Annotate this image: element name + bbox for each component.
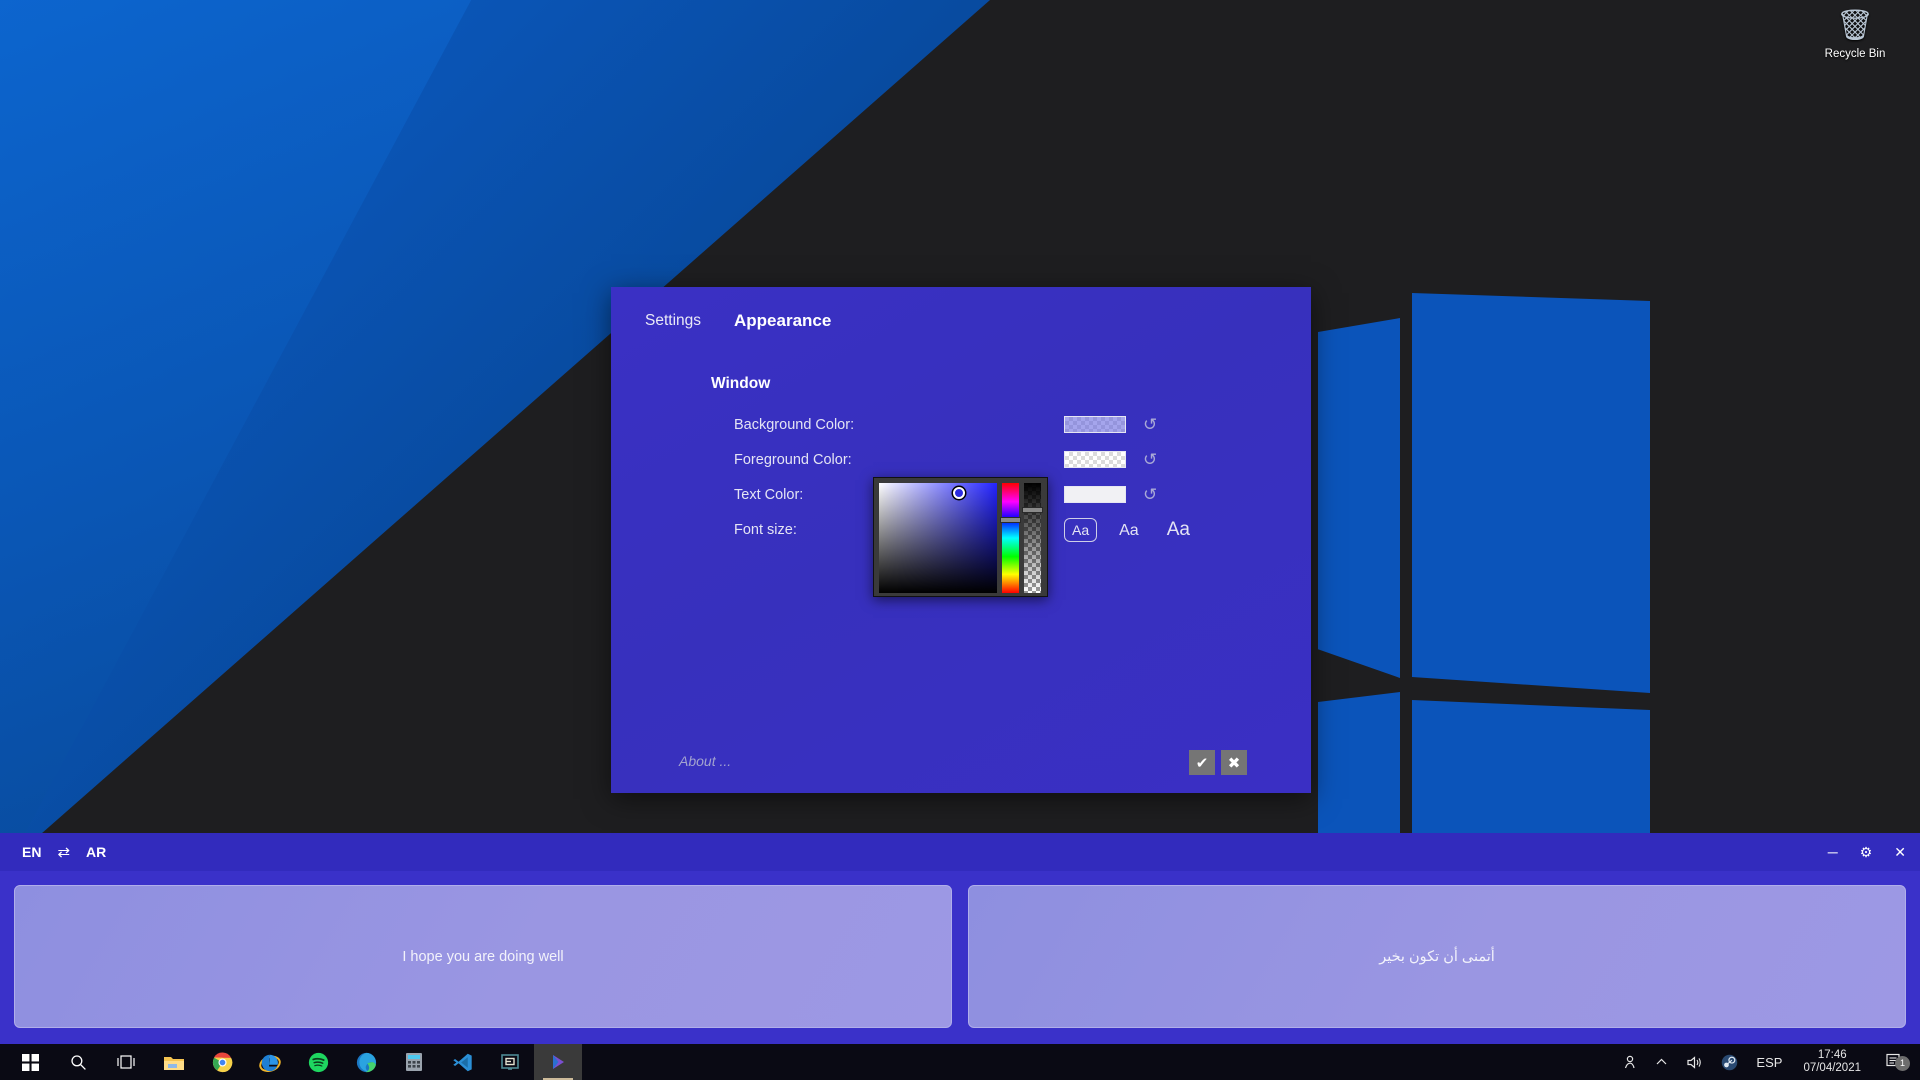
font-size-small-button[interactable]: Aa xyxy=(1064,517,1098,542)
source-language-button[interactable]: EN xyxy=(22,844,41,860)
taskbar-app-list xyxy=(0,1044,582,1080)
dialog-tab-bar: Settings Appearance xyxy=(611,287,1311,331)
color-picker-popup[interactable] xyxy=(873,477,1048,597)
spotify-button[interactable] xyxy=(294,1044,342,1080)
row-background-color: Background Color: ↺ xyxy=(734,407,1311,442)
play-triangle-icon xyxy=(553,1055,564,1069)
translator-title-bar: EN ⇄ AR ─ ⚙ ✕ xyxy=(0,833,1920,871)
chrome-icon xyxy=(212,1052,232,1072)
clock-time: 17:46 xyxy=(1817,1049,1847,1061)
reset-arrow-icon-text[interactable]: ↺ xyxy=(1143,486,1157,503)
internet-explorer-icon xyxy=(259,1054,281,1072)
notification-center-button[interactable]: 1 xyxy=(1873,1052,1914,1073)
row-foreground-color: Foreground Color: ↺ xyxy=(734,442,1311,477)
alpha-slider[interactable] xyxy=(1022,483,1043,593)
close-icon[interactable]: ✕ xyxy=(1894,845,1906,859)
internet-explorer-button[interactable] xyxy=(246,1044,294,1080)
swatch-text-color[interactable] xyxy=(1064,486,1126,503)
tab-appearance[interactable]: Appearance xyxy=(734,311,831,331)
target-text: أتمنى أن تكون بخير xyxy=(1379,948,1495,965)
saturation-value-cursor[interactable] xyxy=(953,487,965,499)
editor-icon xyxy=(501,1054,519,1070)
translator-panels: I hope you are doing well أتمنى أن تكون … xyxy=(0,871,1920,1044)
source-text-panel[interactable]: I hope you are doing well xyxy=(14,885,952,1028)
label-foreground-color: Foreground Color: xyxy=(734,451,852,468)
start-button[interactable] xyxy=(6,1044,54,1080)
swatch-background-color[interactable] xyxy=(1064,416,1126,433)
cancel-button[interactable]: ✖ xyxy=(1221,750,1247,775)
chevron-up-icon[interactable] xyxy=(1646,1044,1677,1080)
gear-icon[interactable]: ⚙ xyxy=(1860,845,1873,859)
steam-icon[interactable] xyxy=(1712,1044,1747,1080)
calculator-icon xyxy=(406,1053,422,1071)
confirm-button[interactable]: ✔ xyxy=(1189,750,1215,775)
label-background-color: Background Color: xyxy=(734,416,855,433)
wallpaper-logo-pane xyxy=(1412,293,1650,693)
calculator-button[interactable] xyxy=(390,1044,438,1080)
edge-icon xyxy=(356,1052,376,1072)
reset-arrow-icon-background[interactable]: ↺ xyxy=(1143,416,1157,433)
system-tray: ESP 17:46 07/04/2021 1 xyxy=(1612,1044,1920,1080)
wallpaper-logo-pane xyxy=(1318,318,1400,678)
target-language-button[interactable]: AR xyxy=(86,844,106,860)
hue-slider[interactable] xyxy=(1000,483,1021,593)
tab-settings[interactable]: Settings xyxy=(645,312,701,330)
recycle-bin-label: Recycle Bin xyxy=(1824,48,1886,60)
notification-badge: 1 xyxy=(1895,1055,1910,1071)
google-chrome-button[interactable] xyxy=(198,1044,246,1080)
file-explorer-button[interactable] xyxy=(150,1044,198,1080)
reset-arrow-icon-foreground[interactable]: ↺ xyxy=(1143,451,1157,468)
font-size-large-button[interactable]: Aa xyxy=(1161,517,1196,543)
font-size-medium-button[interactable]: Aa xyxy=(1113,520,1145,542)
language-indicator[interactable]: ESP xyxy=(1747,1044,1791,1080)
recycle-bin-icon: 🗑 xyxy=(1835,9,1875,42)
vscode-icon xyxy=(452,1053,472,1071)
microsoft-edge-button[interactable] xyxy=(342,1044,390,1080)
window-controls: ─ ⚙ ✕ xyxy=(1828,845,1906,859)
editor-app-button[interactable] xyxy=(486,1044,534,1080)
search-button[interactable] xyxy=(54,1044,102,1080)
task-view-icon xyxy=(117,1055,135,1069)
alpha-slider-thumb[interactable] xyxy=(1022,507,1043,513)
about-link[interactable]: About ... xyxy=(679,753,731,769)
folder-icon xyxy=(164,1056,184,1070)
dialog-action-buttons: ✔ ✖ xyxy=(1189,750,1247,775)
media-player-app-button[interactable] xyxy=(534,1044,582,1080)
font-size-group: Aa Aa Aa xyxy=(1064,517,1196,543)
search-icon xyxy=(70,1054,86,1070)
saturation-value-square[interactable] xyxy=(879,483,997,593)
windows-logo-icon xyxy=(21,1053,39,1071)
swatch-foreground-color[interactable] xyxy=(1064,451,1126,468)
swap-arrows-icon[interactable]: ⇄ xyxy=(57,843,70,861)
people-icon[interactable] xyxy=(1612,1044,1646,1080)
source-text: I hope you are doing well xyxy=(402,948,564,965)
language-selector-group: EN ⇄ AR xyxy=(22,843,106,861)
target-text-panel[interactable]: أتمنى أن تكون بخير xyxy=(968,885,1906,1028)
volume-icon[interactable] xyxy=(1677,1044,1712,1080)
hue-slider-thumb[interactable] xyxy=(1000,517,1021,523)
visual-studio-code-button[interactable] xyxy=(438,1044,486,1080)
taskbar: ESP 17:46 07/04/2021 1 xyxy=(0,1044,1920,1080)
clock[interactable]: 17:46 07/04/2021 xyxy=(1791,1049,1873,1075)
translator-window: EN ⇄ AR ─ ⚙ ✕ I hope you are doing well … xyxy=(0,833,1920,1044)
minimize-button[interactable]: ─ xyxy=(1828,845,1838,859)
desktop-icon-recycle-bin[interactable]: 🗑 Recycle Bin xyxy=(1812,8,1898,60)
task-view-button[interactable] xyxy=(102,1044,150,1080)
spotify-icon xyxy=(308,1052,328,1072)
clock-date: 07/04/2021 xyxy=(1803,1062,1861,1074)
section-title-window: Window xyxy=(711,375,771,392)
